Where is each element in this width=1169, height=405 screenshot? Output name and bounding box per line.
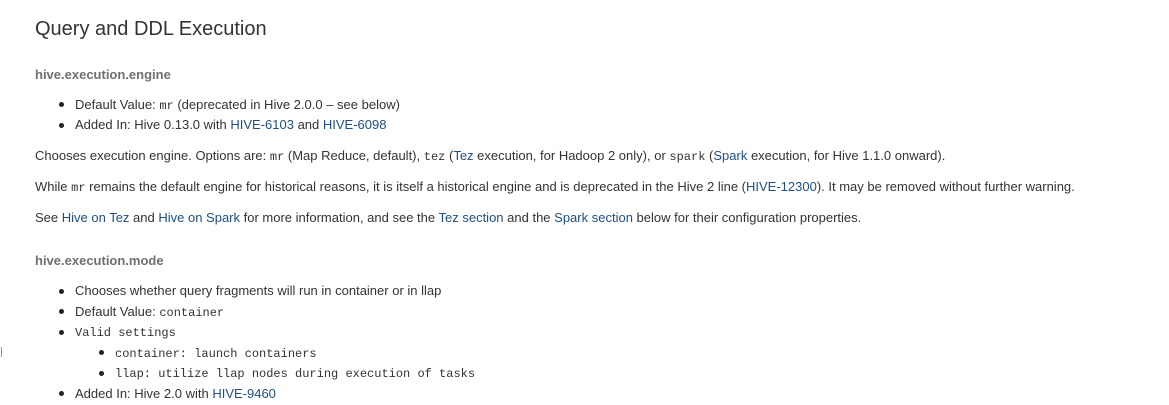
list-item-default-value: Default Value: container [35,302,475,323]
list-item-setting: llap: utilize llap nodes during executio… [35,363,475,384]
list-item-nested-container: container: launch containers llap: utili… [35,343,475,384]
link-spark[interactable]: Spark [713,148,747,163]
engine-options-paragraph: Chooses execution engine. Options are: m… [35,148,945,165]
list-item-added-in: Added In: Hive 0.13.0 with HIVE-6103 and… [35,115,400,136]
added-in-and: and [293,117,323,132]
code-spark: spark [669,150,706,164]
link-tez-section[interactable]: Tez section [439,210,504,225]
code-mr: mr [269,150,285,164]
text-fragment: (Map Reduce, default), [284,148,424,163]
text-fragment: and [129,210,159,225]
setting-container: container: launch containers [115,346,317,361]
bullet-dot [59,391,64,396]
valid-settings-label: Valid settings [75,326,176,340]
bullet-dot [59,329,64,335]
engine-deprecation-paragraph: While mr remains the default engine for … [35,179,1075,196]
bullet-dot [59,288,64,294]
bullet-dot [59,122,64,128]
left-edge-marker [1,347,2,357]
bullet-dot [59,309,64,314]
default-value-code: mr [159,98,174,113]
text-fragment: below for their configuration properties… [632,210,862,225]
link-hive-on-tez[interactable]: Hive on Tez [62,210,130,225]
link-hive-6103[interactable]: HIVE-6103 [230,117,294,132]
text-fragment: Chooses execution engine. Options are: [35,148,270,163]
added-in-label: Added In: Hive 2.0 with [75,385,213,401]
text-fragment: ). It may be removed without further war… [816,179,1075,194]
engine-see-also-paragraph: See Hive on Tez and Hive on Spark for mo… [35,210,861,226]
default-value-label: Default Value: [75,96,160,112]
code-mr: mr [71,181,86,195]
bullet-dot [99,370,104,376]
mode-bullets: Chooses whether query fragments will run… [35,281,475,404]
bullet-dot [59,102,64,107]
setting-llap: llap: utilize llap nodes during executio… [115,367,476,381]
text-fragment: for more information, and see the [240,210,439,225]
bullet-dot [99,350,104,355]
mode-heading: hive.execution.mode [35,253,164,268]
default-value-label: Default Value: [75,303,160,319]
link-spark-section[interactable]: Spark section [554,210,633,225]
engine-bullets: Default Value: mr (deprecated in Hive 2.… [35,95,400,136]
list-item-valid-settings: Valid settings [35,322,475,343]
list-item-added-in: Added In: Hive 2.0 with HIVE-9460 [35,384,475,405]
list-item-setting: container: launch containers [35,343,475,364]
default-value-note: (deprecated in Hive 2.0.0 – see below) [173,96,400,112]
text-fragment: and the [503,210,555,225]
valid-settings-list: container: launch containers llap: utili… [35,343,475,384]
code-tez: tez [423,150,446,164]
text-fragment: While [35,179,72,194]
engine-heading: hive.execution.engine [35,67,171,82]
link-hive-on-spark[interactable]: Hive on Spark [158,210,240,225]
link-hive-9460[interactable]: HIVE-9460 [212,386,276,401]
link-hive-6098[interactable]: HIVE-6098 [323,117,387,132]
section-title: Query and DDL Execution [35,18,267,40]
list-item-default-value: Default Value: mr (deprecated in Hive 2.… [35,95,400,116]
added-in-label: Added In: Hive 0.13.0 with [75,117,231,132]
mode-description: Chooses whether query fragments will run… [75,283,442,298]
text-fragment: See [35,210,62,225]
link-hive-12300[interactable]: HIVE-12300 [746,179,817,194]
list-item-description: Chooses whether query fragments will run… [35,281,475,302]
link-tez[interactable]: Tez [453,148,473,163]
text-fragment: execution, for Hive 1.1.0 onward). [747,148,946,163]
text-fragment: execution, for Hadoop 2 only), or [473,148,670,163]
text-fragment: remains the default engine for historica… [85,179,746,194]
default-value-code: container [159,305,225,320]
